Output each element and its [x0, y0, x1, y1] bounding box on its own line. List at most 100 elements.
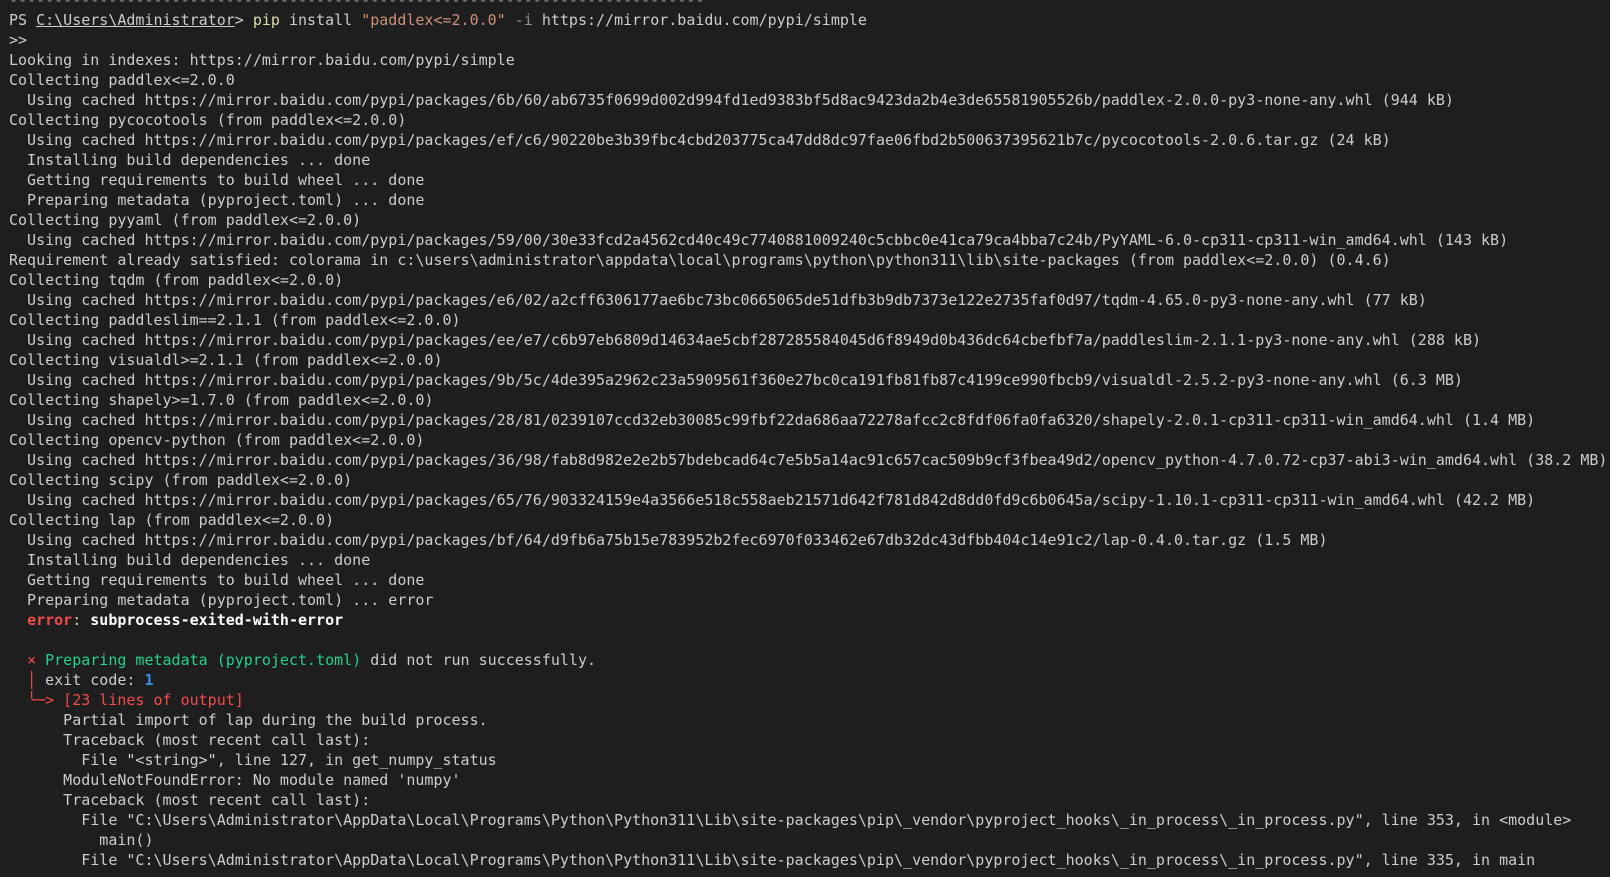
terminal-line: Installing build dependencies ... done — [9, 150, 1607, 170]
terminal-text: Using cached https://mirror.baidu.com/py… — [9, 231, 1509, 249]
terminal-line: Collecting paddlex<=2.0.0 — [9, 70, 1607, 90]
terminal-text: error — [27, 611, 73, 629]
terminal-line: Getting requirements to build wheel ... … — [9, 570, 1607, 590]
terminal-text: Collecting shapely>=1.7.0 (from paddlex<… — [9, 391, 434, 409]
terminal-line: Using cached https://mirror.baidu.com/py… — [9, 230, 1607, 250]
terminal-text: Traceback (most recent call last): — [9, 731, 371, 749]
terminal-line: error: subprocess-exited-with-error — [9, 610, 1607, 630]
terminal-text: pyproject.toml — [225, 651, 353, 669]
terminal-line: Using cached https://mirror.baidu.com/py… — [9, 90, 1607, 110]
terminal-text: × — [27, 651, 37, 669]
terminal-line: Using cached https://mirror.baidu.com/py… — [9, 370, 1607, 390]
terminal-text: Using cached https://mirror.baidu.com/py… — [9, 291, 1427, 309]
terminal-text: 1 — [144, 671, 154, 689]
terminal-text: https://mirror.baidu.com/pypi/simple — [532, 11, 867, 29]
terminal-text: C:\Users\Administrator — [36, 11, 235, 29]
terminal-line: ╰─> [23 lines of output] — [9, 690, 1607, 710]
terminal-text: Using cached https://mirror.baidu.com/py… — [9, 91, 1454, 109]
terminal-line: File "<string>", line 127, in get_numpy_… — [9, 750, 1607, 770]
terminal-window[interactable]: ----------------------------------------… — [0, 0, 1610, 877]
terminal-text: Collecting pyyaml (from paddlex<=2.0.0) — [9, 211, 362, 229]
terminal-text: : — [72, 611, 91, 629]
terminal-text: Collecting tqdm (from paddlex<=2.0.0) — [9, 271, 344, 289]
terminal-text: ----------------------------------------… — [9, 0, 705, 9]
terminal-line: Using cached https://mirror.baidu.com/py… — [9, 450, 1607, 470]
terminal-line: Preparing metadata (pyproject.toml) ... … — [9, 590, 1607, 610]
terminal-text: pip — [252, 11, 280, 29]
terminal-line: │ exit code: 1 — [9, 670, 1607, 690]
terminal-text: Collecting paddleslim==2.1.1 (from paddl… — [9, 311, 461, 329]
terminal-line: Collecting visualdl>=2.1.1 (from paddlex… — [9, 350, 1607, 370]
terminal-text: Installing build dependencies ... done — [9, 551, 371, 569]
terminal-text: "paddlex<=2.0.0" — [361, 11, 506, 29]
terminal-line: Traceback (most recent call last): — [9, 730, 1607, 750]
terminal-line: ----------------------------------------… — [9, 0, 1607, 10]
terminal-text: PS — [9, 11, 37, 29]
terminal-text: > — [234, 11, 253, 29]
terminal-text: File "C:\Users\Administrator\AppData\Loc… — [9, 811, 1572, 829]
terminal-text: Collecting pycocotools (from paddlex<=2.… — [9, 111, 407, 129]
terminal-text: │ — [27, 671, 37, 689]
terminal-text: ModuleNotFoundError: No module named 'nu… — [9, 771, 461, 789]
terminal-line: Using cached https://mirror.baidu.com/py… — [9, 290, 1607, 310]
terminal-output: ----------------------------------------… — [9, 0, 1607, 870]
terminal-line: Preparing metadata (pyproject.toml) ... … — [9, 190, 1607, 210]
terminal-text: File "<string>", line 127, in get_numpy_… — [9, 751, 497, 769]
terminal-line: main() — [9, 830, 1607, 850]
terminal-text: Collecting scipy (from paddlex<=2.0.0) — [9, 471, 353, 489]
terminal-line: Getting requirements to build wheel ... … — [9, 170, 1607, 190]
terminal-text: Preparing metadata (pyproject.toml) ... … — [9, 591, 434, 609]
terminal-text: main() — [9, 831, 154, 849]
terminal-line: Collecting paddleslim==2.1.1 (from paddl… — [9, 310, 1607, 330]
terminal-text: Using cached https://mirror.baidu.com/py… — [9, 371, 1463, 389]
terminal-text: Using cached https://mirror.baidu.com/py… — [9, 331, 1482, 349]
terminal-line: Using cached https://mirror.baidu.com/py… — [9, 490, 1607, 510]
terminal-line: Using cached https://mirror.baidu.com/py… — [9, 410, 1607, 430]
terminal-text: Using cached https://mirror.baidu.com/py… — [9, 491, 1536, 509]
terminal-text: Using cached https://mirror.baidu.com/py… — [9, 411, 1536, 429]
terminal-line: PS C:\Users\Administrator> pip install "… — [9, 10, 1607, 30]
terminal-text: Getting requirements to build wheel ... … — [9, 171, 425, 189]
terminal-text: Installing build dependencies ... done — [9, 151, 371, 169]
terminal-line: Partial import of lap during the build p… — [9, 710, 1607, 730]
terminal-text: Preparing metadata ( — [45, 651, 226, 669]
terminal-text: ╰─> — [27, 691, 55, 709]
terminal-line: Collecting pycocotools (from paddlex<=2.… — [9, 110, 1607, 130]
terminal-text: subprocess-exited-with-error — [90, 611, 344, 629]
terminal-text: >> — [9, 31, 28, 49]
terminal-line: Collecting shapely>=1.7.0 (from paddlex<… — [9, 390, 1607, 410]
terminal-text: did not run successfully. — [361, 651, 597, 669]
terminal-line: Traceback (most recent call last): — [9, 790, 1607, 810]
terminal-line: >> — [9, 30, 1607, 50]
terminal-text: install — [279, 11, 362, 29]
terminal-line: Using cached https://mirror.baidu.com/py… — [9, 130, 1607, 150]
terminal-text: Using cached https://mirror.baidu.com/py… — [9, 531, 1328, 549]
terminal-line: Installing build dependencies ... done — [9, 550, 1607, 570]
terminal-text: Partial import of lap during the build p… — [9, 711, 488, 729]
terminal-text: Using cached https://mirror.baidu.com/py… — [9, 451, 1608, 469]
terminal-line: Requirement already satisfied: colorama … — [9, 250, 1607, 270]
terminal-line: × Preparing metadata (pyproject.toml) di… — [9, 650, 1607, 670]
terminal-text: Collecting lap (from paddlex<=2.0.0) — [9, 511, 335, 529]
terminal-text: Requirement already satisfied: colorama … — [9, 251, 1391, 269]
terminal-text: Traceback (most recent call last): — [9, 791, 371, 809]
terminal-text: File "C:\Users\Administrator\AppData\Loc… — [9, 851, 1536, 869]
terminal-line: Using cached https://mirror.baidu.com/py… — [9, 330, 1607, 350]
terminal-text: -i — [514, 11, 533, 29]
terminal-text: exit code: — [36, 671, 145, 689]
terminal-text: Looking in indexes: https://mirror.baidu… — [9, 51, 515, 69]
terminal-text: Preparing metadata (pyproject.toml) ... … — [9, 191, 425, 209]
terminal-line: Using cached https://mirror.baidu.com/py… — [9, 530, 1607, 550]
terminal-line: Collecting scipy (from paddlex<=2.0.0) — [9, 470, 1607, 490]
terminal-text: Collecting paddlex<=2.0.0 — [9, 71, 235, 89]
terminal-line: Collecting pyyaml (from paddlex<=2.0.0) — [9, 210, 1607, 230]
terminal-text: [23 lines of output] — [54, 691, 244, 709]
terminal-text: Using cached https://mirror.baidu.com/py… — [9, 131, 1391, 149]
